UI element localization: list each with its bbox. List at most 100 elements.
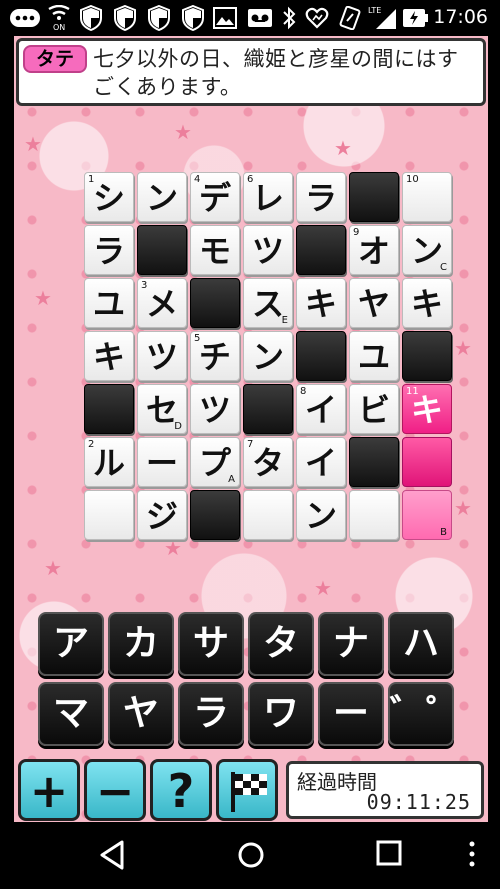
shield-icon (78, 5, 104, 31)
grid-cell[interactable]: モ (190, 225, 240, 275)
clue-number: 10 (406, 174, 419, 185)
notification-icon (8, 5, 42, 31)
grid-cell[interactable]: ー (137, 437, 187, 487)
grid-cell-blocked (137, 225, 187, 275)
grid-cell[interactable]: ユ (349, 331, 399, 381)
grid-cell[interactable]: 4デ (190, 172, 240, 222)
grid-cell[interactable]: キ (84, 331, 134, 381)
key-wa[interactable]: ワ (248, 682, 314, 746)
zoom-out-button[interactable]: − (84, 759, 146, 821)
grid-cell[interactable]: ツ (190, 384, 240, 434)
grid-cell[interactable]: 5チ (190, 331, 240, 381)
grid-cell[interactable]: ジ (137, 490, 187, 540)
grid-cell[interactable] (84, 490, 134, 540)
grid-cell[interactable]: ビ (349, 384, 399, 434)
grid-cell-blocked (349, 172, 399, 222)
grid-cell[interactable] (402, 437, 452, 487)
cell-letter: ラ (92, 232, 125, 270)
question-icon: ? (167, 764, 195, 818)
menu-icon[interactable] (468, 840, 476, 868)
cell-letter: チ (198, 338, 231, 376)
grid-cell[interactable]: ン (243, 331, 293, 381)
status-bar: ON LTE 17:06 (0, 0, 500, 36)
grid-cell[interactable]: ンC (402, 225, 452, 275)
answer-key-letter: E (281, 315, 288, 326)
answer-key-letter: A (228, 474, 235, 485)
cell-letter: モ (198, 232, 231, 270)
clue-direction-tab[interactable]: タテ (23, 45, 87, 73)
cell-letter: ユ (357, 338, 390, 376)
zoom-in-button[interactable]: + (18, 759, 80, 821)
image-icon (212, 5, 238, 31)
navigation-bar (0, 822, 500, 889)
key-sa[interactable]: サ (178, 612, 244, 676)
cell-letter: ツ (145, 338, 178, 376)
grid-cell[interactable]: ン (137, 172, 187, 222)
finish-button[interactable] (216, 759, 278, 821)
key-ma[interactable]: マ (38, 682, 104, 746)
grid-cell[interactable]: 2ル (84, 437, 134, 487)
shield-icon (112, 5, 138, 31)
grid-cell[interactable]: 7タ (243, 437, 293, 487)
key-a[interactable]: ア (38, 612, 104, 676)
cell-letter: ビ (357, 391, 390, 429)
grid-cell[interactable]: キ (296, 278, 346, 328)
grid-cell[interactable]: ツ (243, 225, 293, 275)
key-ta[interactable]: タ (248, 612, 314, 676)
elapsed-time-value: 09:11:25 (366, 790, 471, 814)
grid-cell[interactable]: 8イ (296, 384, 346, 434)
key-na[interactable]: ナ (318, 612, 384, 676)
checkered-flag-icon (231, 772, 267, 812)
grid-cell-blocked (190, 490, 240, 540)
cell-letter: キ (92, 338, 125, 376)
key-ra[interactable]: ラ (178, 682, 244, 746)
home-icon[interactable] (236, 840, 266, 870)
nfc-icon (338, 5, 364, 31)
key-ya[interactable]: ヤ (108, 682, 174, 746)
cell-letter: イ (304, 391, 337, 429)
back-icon[interactable] (98, 840, 126, 870)
kana-keyboard: ア カ サ タ ナ ハ マ ヤ ラ ワ ー ゛゜ (38, 612, 462, 750)
grid-cell[interactable]: ン (296, 490, 346, 540)
grid-cell[interactable]: 3メ (137, 278, 187, 328)
svg-text:LTE: LTE (368, 6, 381, 15)
grid-cell[interactable]: 6レ (243, 172, 293, 222)
grid-cell[interactable]: 9オ (349, 225, 399, 275)
grid-cell[interactable] (349, 490, 399, 540)
key-ka[interactable]: カ (108, 612, 174, 676)
hint-button[interactable]: ? (150, 759, 212, 821)
lte-signal-icon: LTE (368, 5, 398, 31)
grid-cell[interactable]: B (402, 490, 452, 540)
grid-cell[interactable]: ラ (296, 172, 346, 222)
svg-text:ON: ON (53, 23, 65, 31)
cell-letter: キ (304, 285, 337, 323)
grid-cell[interactable]: プA (190, 437, 240, 487)
cell-letter: ラ (304, 179, 337, 217)
key-dakuten[interactable]: ゛゜ (388, 682, 462, 746)
grid-cell[interactable]: ツ (137, 331, 187, 381)
grid-cell[interactable]: セD (137, 384, 187, 434)
grid-cell[interactable]: スE (243, 278, 293, 328)
grid-cell[interactable]: ラ (84, 225, 134, 275)
grid-cell[interactable]: キ (402, 278, 452, 328)
grid-cell[interactable]: ヤ (349, 278, 399, 328)
grid-cell-selected[interactable]: 11 キ (402, 384, 452, 434)
grid-cell[interactable]: イ (296, 437, 346, 487)
grid-cell[interactable]: 10 (402, 172, 452, 222)
grid-cell[interactable] (243, 490, 293, 540)
crossword-grid: 1 シン 4 デ 6 レラ 10 ラモツ 9 オン C ユ 3 メス E キヤキキツ 5 チンユセ D ツ 8 イビ 11 キ… (84, 172, 454, 542)
elapsed-time-panel: 経過時間 09:11:25 (286, 761, 484, 819)
shield-icon (180, 5, 206, 31)
bluetooth-icon (280, 5, 298, 31)
shield-icon (146, 5, 172, 31)
voicemail-icon (246, 5, 274, 31)
key-long-vowel[interactable]: ー (318, 682, 384, 746)
grid-cell[interactable]: 1シ (84, 172, 134, 222)
cell-letter: キ (410, 285, 443, 323)
recents-icon[interactable] (376, 840, 402, 866)
clock: 17:06 (433, 6, 488, 28)
grid-cell[interactable]: ユ (84, 278, 134, 328)
key-ha[interactable]: ハ (388, 612, 454, 676)
cell-letter: ツ (251, 232, 284, 270)
answer-key-letter: D (174, 421, 182, 432)
